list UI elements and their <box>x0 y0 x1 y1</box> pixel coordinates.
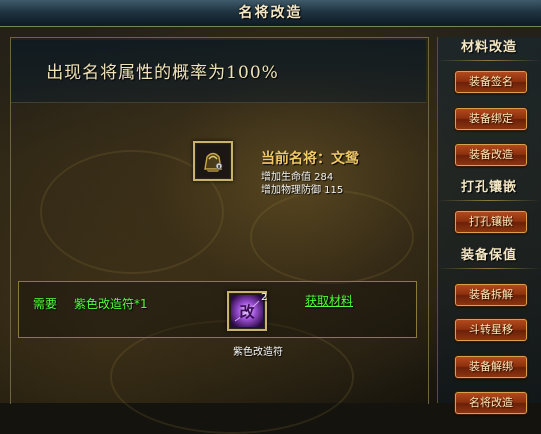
general-transform-button[interactable]: 名将改造 <box>455 392 527 414</box>
get-material-link[interactable]: 获取材料 <box>305 292 353 309</box>
equipment-sign-button[interactable]: 装备签名 <box>455 71 527 93</box>
stat-line-defense: 增加物理防御 115 <box>261 185 344 196</box>
section-divider <box>437 268 541 269</box>
purple-transform-rune-icon: 改 <box>231 295 263 327</box>
requirement-label: 需要 <box>33 297 58 311</box>
current-general-name: 当前名将：文鸳 <box>261 151 359 167</box>
equipment-bind-button[interactable]: 装备绑定 <box>455 108 527 130</box>
equipment-dismantle-button[interactable]: 装备拆解 <box>455 284 527 306</box>
equipment-unbind-button[interactable]: 装备解绑 <box>455 356 527 378</box>
probability-text: 出现名将属性的概率为100% <box>46 63 279 83</box>
socket-inlay-button[interactable]: 打孔镶嵌 <box>455 211 527 233</box>
section-title-socket: 打孔镶嵌 <box>460 180 517 195</box>
section-divider <box>437 60 541 61</box>
window-title: 名将改造 <box>238 5 303 21</box>
section-title-preserve: 装备保值 <box>460 248 517 263</box>
current-equipment-slot[interactable] <box>193 141 233 181</box>
rune-glyph: 改 <box>239 303 255 321</box>
probability-banner: 出现名将属性的概率为100% <box>11 40 426 103</box>
transfer-stars-button[interactable]: 斗转星移 <box>455 319 527 341</box>
section-title-material: 材料改造 <box>460 40 517 55</box>
equipment-transform-button[interactable]: 装备改造 <box>455 144 527 166</box>
requirement-item-count: 2 <box>261 292 268 303</box>
section-divider <box>437 200 541 201</box>
requirement-item-caption: 紫色改造符 <box>233 347 283 358</box>
requirement-item-text: 紫色改造符*1 <box>74 297 148 311</box>
helmet-equipment-icon <box>197 145 229 177</box>
